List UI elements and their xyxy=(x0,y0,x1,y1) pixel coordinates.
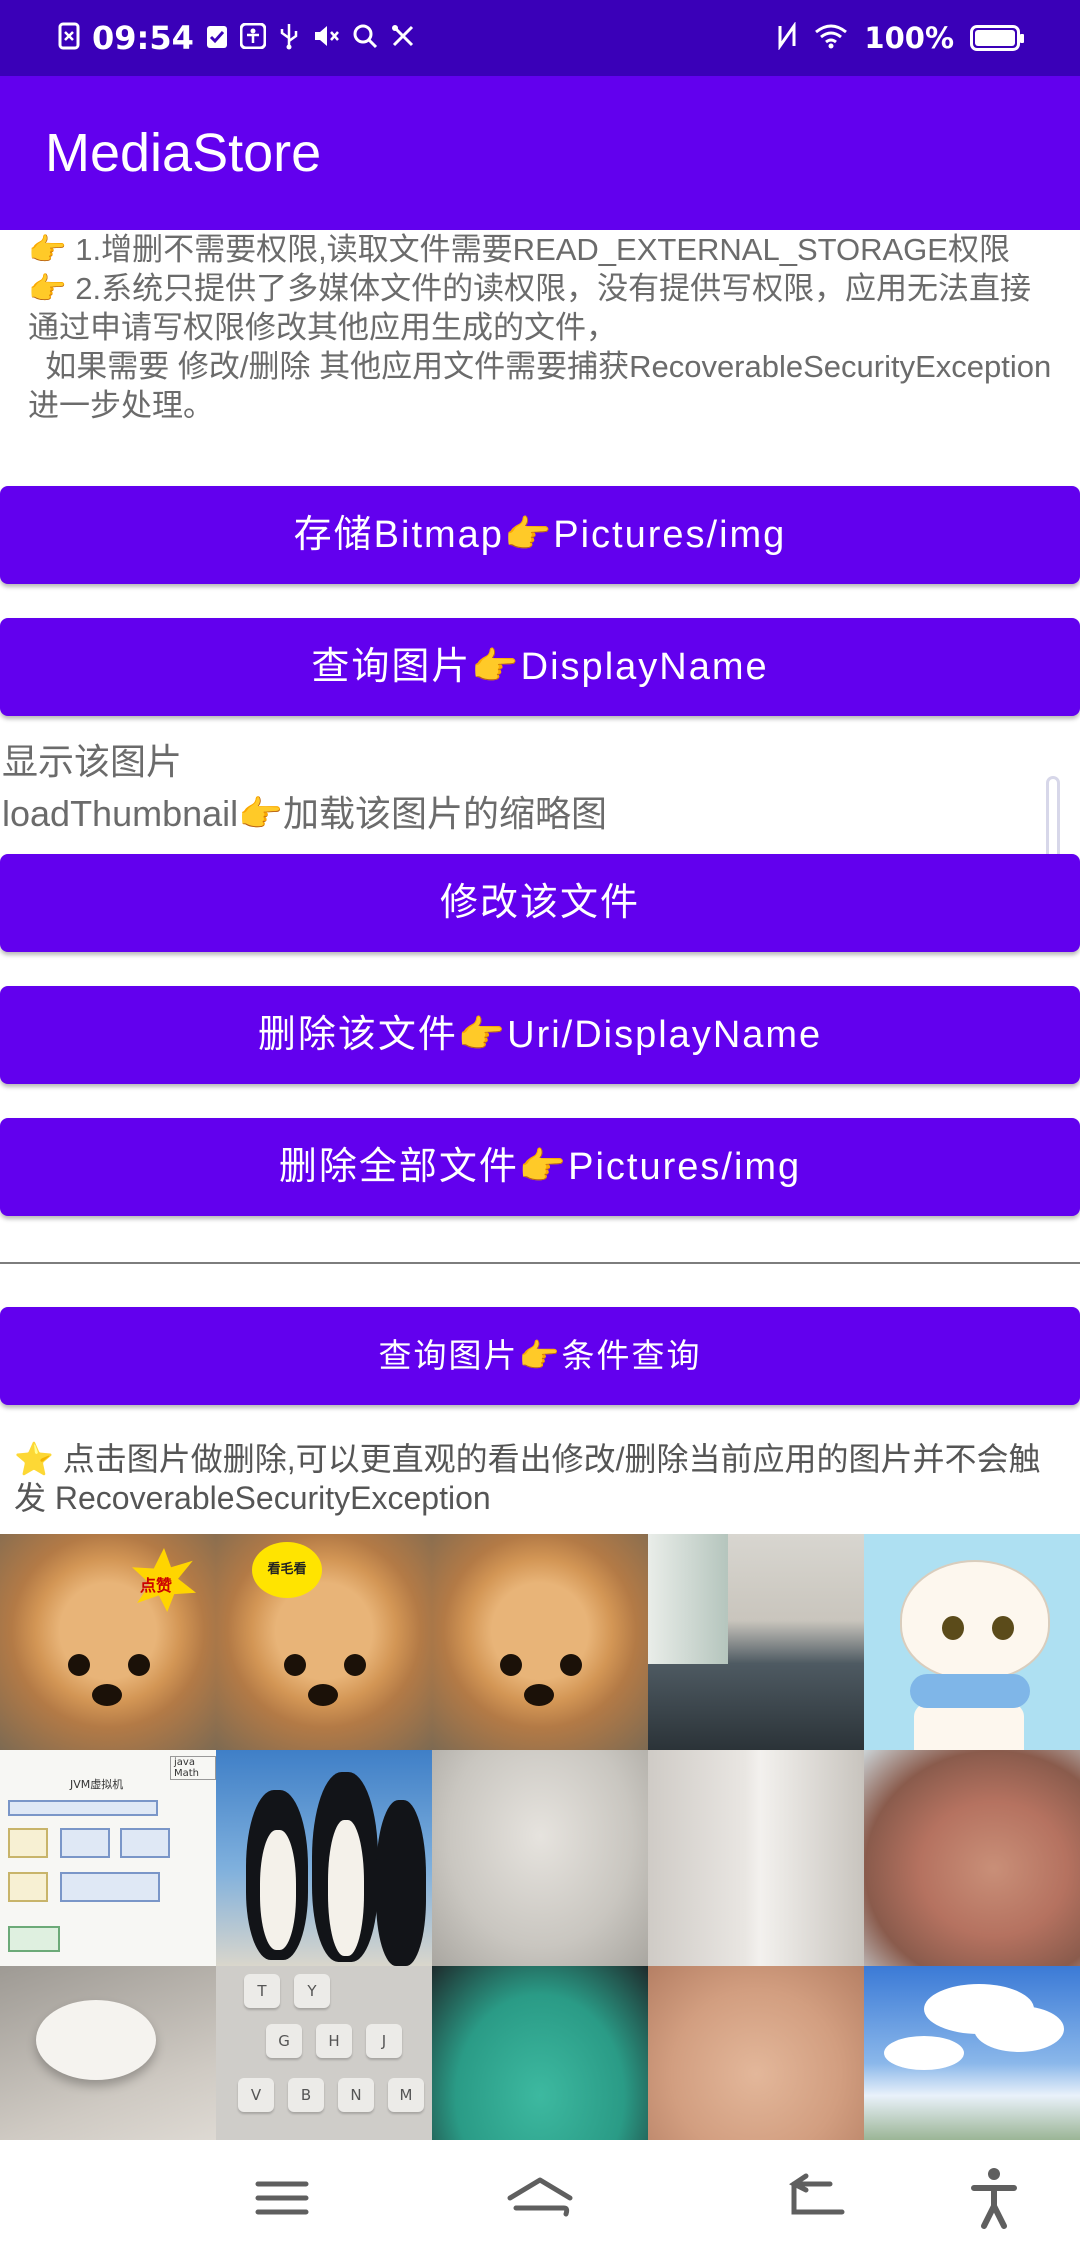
diagram-title: JVM虚拟机 xyxy=(70,1778,124,1791)
thumbnail-penguins[interactable] xyxy=(216,1750,432,1966)
thumbnail-blur-gray[interactable] xyxy=(432,1750,648,1966)
delete-hint: ⭐ 点击图片做删除,可以更直观的看出修改/删除当前应用的图片并不会触发 Reco… xyxy=(14,1441,1041,1516)
search-icon xyxy=(352,23,378,54)
accessibility-icon xyxy=(239,22,267,54)
app-bar: MediaStore xyxy=(0,76,1080,230)
sticker-text-1: 点赞 xyxy=(140,1576,173,1595)
nfc-icon xyxy=(776,20,798,55)
load-thumbnail-label: loadThumbnail👉加载该图片的缩略图 xyxy=(2,793,607,834)
screen: 09:54 100% MediaStore 👉 1.增删不需要权限,读取文件需要… xyxy=(0,0,1080,2256)
thumbnail-finger[interactable] xyxy=(864,1750,1080,1966)
divider xyxy=(0,1262,1080,1264)
query-display-name-button[interactable]: 查询图片👉DisplayName xyxy=(0,618,1080,716)
menu-icon[interactable] xyxy=(242,2158,322,2238)
usb-icon xyxy=(278,22,300,55)
accessibility-nav-icon[interactable] xyxy=(954,2158,1034,2238)
thumbnail-office[interactable] xyxy=(648,1534,864,1750)
thumbnail-diagram[interactable]: JVM虚拟机 java Math xyxy=(0,1750,216,1966)
status-time: 09:54 xyxy=(92,19,194,57)
save-bitmap-button[interactable]: 存储Bitmap👉Pictures/img xyxy=(0,486,1080,584)
description-line-1: 👉 1.增删不需要权限,读取文件需要READ_EXTERNAL_STORAGE权… xyxy=(28,232,1010,267)
home-icon[interactable] xyxy=(500,2158,580,2238)
query-condition-button[interactable]: 查询图片👉条件查询 xyxy=(0,1307,1080,1405)
sticker-text-2: 看毛看 xyxy=(252,1542,322,1598)
navigation-bar xyxy=(0,2140,1080,2256)
modify-file-button[interactable]: 修改该文件 xyxy=(0,854,1080,952)
wifi-icon xyxy=(814,23,848,54)
show-image-label: 显示该图片 xyxy=(2,741,183,782)
diagram-tag: java Math xyxy=(170,1756,216,1780)
image-grid: 点赞 看毛看 JVM虚拟机 java Math T Y G H J V B N … xyxy=(0,1534,1080,2182)
screenshot-icon xyxy=(58,22,80,55)
description-line-2: 👉 2.系统只提供了多媒体文件的读权限，没有提供写权限，应用无法直接通过申请写权… xyxy=(28,271,1032,345)
thumbnail-blur-light[interactable] xyxy=(648,1750,864,1966)
permission-description: 👉 1.增删不需要权限,读取文件需要READ_EXTERNAL_STORAGE权… xyxy=(28,230,1058,425)
thumbnail-puppy-bubble[interactable]: 看毛看 xyxy=(216,1534,432,1750)
mute-icon xyxy=(312,23,340,54)
battery-percent: 100% xyxy=(864,21,954,55)
thumbnail-puppy[interactable] xyxy=(432,1534,648,1750)
check-icon xyxy=(206,23,228,54)
delete-file-button[interactable]: 删除该文件👉Uri/DisplayName xyxy=(0,986,1080,1084)
thumbnail-puppy-star[interactable]: 点赞 xyxy=(0,1534,216,1750)
tools-icon xyxy=(390,23,416,54)
description-line-3: 如果需要 修改/删除 其他应用文件需要捕获RecoverableSecurity… xyxy=(28,349,1060,423)
app-title: MediaStore xyxy=(45,123,322,183)
delete-all-button[interactable]: 删除全部文件👉Pictures/img xyxy=(0,1118,1080,1216)
status-bar: 09:54 100% xyxy=(0,0,1080,76)
battery-icon xyxy=(970,25,1024,51)
thumbnail-cat[interactable] xyxy=(864,1534,1080,1750)
back-icon[interactable] xyxy=(778,2158,858,2238)
